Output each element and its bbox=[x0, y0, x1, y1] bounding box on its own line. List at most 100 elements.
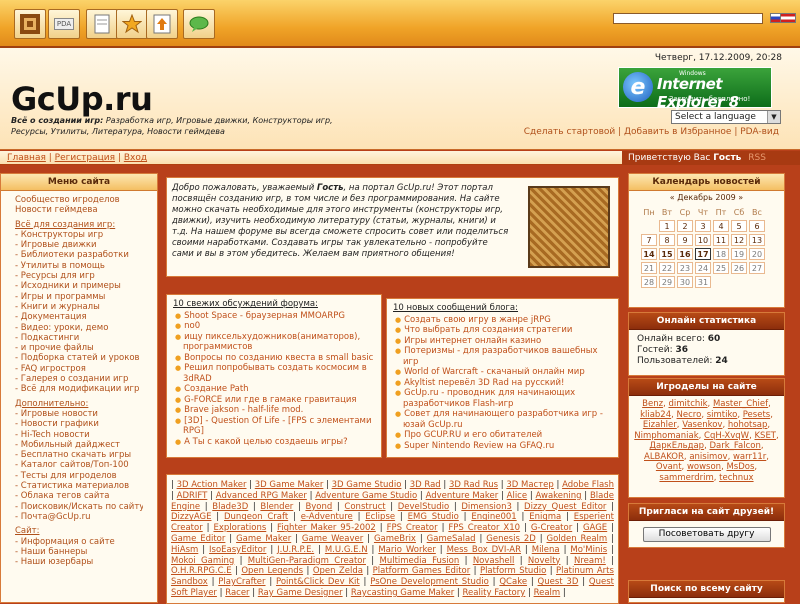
chat-icon[interactable] bbox=[183, 9, 215, 39]
blog-post-link[interactable]: Что выбрать для создания стратегии bbox=[393, 325, 612, 336]
menu-item[interactable]: Дополнительно: bbox=[15, 399, 143, 409]
catalog-link[interactable]: O.H.R.RPG.C.E bbox=[171, 566, 232, 576]
catalog-link[interactable]: Adventure Maker bbox=[426, 491, 499, 501]
catalog-link[interactable]: M.U.G.E.N bbox=[325, 545, 368, 555]
catalog-link[interactable]: Milena bbox=[532, 545, 560, 555]
calendar-day[interactable]: 22 bbox=[659, 262, 675, 274]
menu-item[interactable]: - Подкаст​инги bbox=[15, 333, 143, 343]
calendar-day[interactable]: 3 bbox=[695, 220, 711, 232]
nav-register-link[interactable]: Регистрация bbox=[55, 153, 115, 163]
forum-topic-link[interactable]: Brave jakson - half-life mod. bbox=[173, 405, 375, 416]
calendar-day[interactable]: 6 bbox=[749, 220, 765, 232]
online-user-link[interactable]: sammerdrim bbox=[659, 473, 713, 483]
blog-post-link[interactable]: Игры интернет онлайн казино bbox=[393, 336, 612, 347]
menu-item[interactable]: - Исходники и примеры bbox=[15, 281, 143, 291]
catalog-link[interactable]: PlayCrafter bbox=[218, 577, 265, 587]
catalog-link[interactable]: Game Maker bbox=[236, 534, 291, 544]
calendar-day[interactable]: 18 bbox=[713, 248, 729, 260]
online-user-link[interactable]: wowson bbox=[687, 462, 721, 472]
online-user-link[interactable]: technux bbox=[719, 473, 753, 483]
calendar-day[interactable]: 12 bbox=[731, 234, 747, 246]
catalog-link[interactable]: Mario Worker bbox=[378, 545, 435, 555]
forum-topic-link[interactable]: Shoot Space - браузерная MMOARPG bbox=[173, 311, 375, 322]
calendar-day[interactable]: 7 bbox=[641, 234, 657, 246]
catalog-link[interactable]: G-Creator bbox=[531, 523, 572, 533]
calendar-day[interactable]: 13 bbox=[749, 234, 765, 246]
online-user-link[interactable]: hohotsap bbox=[728, 420, 768, 430]
menu-item[interactable]: - Игровые движки bbox=[15, 240, 143, 250]
forum-topic-link[interactable]: [3D] - Question Of Life - [FPS с элемент… bbox=[173, 416, 375, 437]
catalog-link[interactable]: Blender bbox=[260, 502, 293, 512]
forum-topic-link[interactable]: Решил попробывать создать космосим в 3dR… bbox=[173, 363, 375, 384]
menu-item[interactable]: - Видео: уроки, демо bbox=[15, 323, 143, 333]
pda-icon[interactable]: PDA bbox=[48, 9, 80, 39]
calendar-day[interactable]: 28 bbox=[641, 276, 657, 288]
nav-home-link[interactable]: Главная bbox=[7, 153, 46, 163]
catalog-link[interactable]: Alice bbox=[507, 491, 527, 501]
online-user-link[interactable]: simtiko bbox=[707, 410, 738, 420]
language-select[interactable]: Select a language ▼ bbox=[671, 110, 781, 124]
menu-item[interactable]: - и прочие файлы bbox=[15, 343, 143, 353]
catalog-link[interactable]: ADRIFT bbox=[177, 491, 208, 501]
online-user-link[interactable]: kliab24 bbox=[640, 410, 671, 420]
menu-item[interactable]: - Наши баннеры bbox=[15, 547, 143, 557]
catalog-link[interactable]: Mo'Minis bbox=[570, 545, 607, 555]
catalog-link[interactable]: Advanced RPG Maker bbox=[216, 491, 307, 501]
online-user-link[interactable]: Ovant bbox=[656, 462, 682, 472]
calendar-day[interactable]: 30 bbox=[677, 276, 693, 288]
catalog-link[interactable]: Genesis 2D bbox=[486, 534, 536, 544]
catalog-link[interactable]: Multimedia Fusion bbox=[380, 556, 460, 566]
catalog-link[interactable]: Enigma bbox=[529, 512, 561, 522]
catalog-link[interactable]: J.U.R.P.E. bbox=[277, 545, 314, 555]
star-icon[interactable] bbox=[116, 9, 148, 39]
catalog-link[interactable]: Novelty bbox=[528, 556, 561, 566]
catalog-link[interactable]: Game Editor bbox=[171, 534, 225, 544]
menu-item[interactable]: - Документация bbox=[15, 312, 143, 322]
upload-icon[interactable] bbox=[146, 9, 178, 39]
catalog-link[interactable]: EMG Studio bbox=[408, 512, 459, 522]
menu-item[interactable]: - Почта@GcUp.ru bbox=[15, 512, 143, 522]
calendar-day[interactable]: 11 bbox=[713, 234, 729, 246]
catalog-link[interactable]: Mess Box DVI-AR bbox=[447, 545, 521, 555]
calendar-day[interactable]: 5 bbox=[731, 220, 747, 232]
lang-flag-icon[interactable] bbox=[780, 13, 796, 23]
blog-post-link[interactable]: Потеризмы - для разработчиков вашебных и… bbox=[393, 346, 612, 367]
calendar-day[interactable]: 17 bbox=[695, 248, 711, 260]
calendar-day[interactable]: 4 bbox=[713, 220, 729, 232]
online-user-link[interactable]: warr11r bbox=[733, 452, 766, 462]
catalog-link[interactable]: QCake bbox=[499, 577, 527, 587]
forum-topic-link[interactable]: Создание Path bbox=[173, 384, 375, 395]
catalog-link[interactable]: Byond bbox=[305, 502, 332, 512]
menu-item[interactable]: - Информация о сайте bbox=[15, 537, 143, 547]
menu-item[interactable]: - Галерея о создании игр bbox=[15, 374, 143, 384]
menu-item[interactable]: - Наши юзербары bbox=[15, 557, 143, 567]
online-user-link[interactable]: Dark_Falcon bbox=[710, 441, 761, 451]
calendar-day[interactable]: 16 bbox=[677, 248, 693, 260]
catalog-link[interactable]: GameSalad bbox=[427, 534, 476, 544]
catalog-link[interactable]: Game Weaver bbox=[302, 534, 363, 544]
forum-topic-link[interactable]: no0 bbox=[173, 321, 375, 332]
menu-item[interactable]: - Утилиты в помощь bbox=[15, 261, 143, 271]
calendar-day[interactable]: 23 bbox=[677, 262, 693, 274]
calendar-day[interactable]: 2 bbox=[677, 220, 693, 232]
blog-post-link[interactable]: Создать свою игру в жанре jRPG bbox=[393, 315, 612, 326]
catalog-link[interactable]: Awakening bbox=[536, 491, 582, 501]
catalog-link[interactable]: 3D Game Maker bbox=[255, 480, 324, 490]
catalog-link[interactable]: DizzyAGE bbox=[171, 512, 211, 522]
catalog-link[interactable]: Blade3D bbox=[212, 502, 248, 512]
catalog-link[interactable]: IsoEasyEditor bbox=[209, 545, 266, 555]
catalog-link[interactable]: Ray Game Designer bbox=[258, 588, 343, 598]
menu-item[interactable]: - Статистика материалов bbox=[15, 481, 143, 491]
menu-item[interactable]: - Игры и программы bbox=[15, 292, 143, 302]
catalog-link[interactable]: FPS Creator bbox=[387, 523, 438, 533]
catalog-link[interactable]: Adobe Flash bbox=[562, 480, 614, 490]
forum-topic-link[interactable]: G-FORCE или где в гамаке гравитация bbox=[173, 395, 375, 406]
online-user-link[interactable]: Eizahler bbox=[643, 420, 677, 430]
online-user-link[interactable]: dimitchik bbox=[668, 399, 707, 409]
catalog-link[interactable]: Platform Studio bbox=[480, 566, 546, 576]
calendar-day[interactable]: 31 bbox=[695, 276, 711, 288]
calendar-day[interactable]: 15 bbox=[659, 248, 675, 260]
catalog-link[interactable]: Explorations bbox=[213, 523, 266, 533]
online-user-link[interactable]: Master_Chief bbox=[713, 399, 768, 409]
page-icon[interactable] bbox=[86, 9, 118, 39]
